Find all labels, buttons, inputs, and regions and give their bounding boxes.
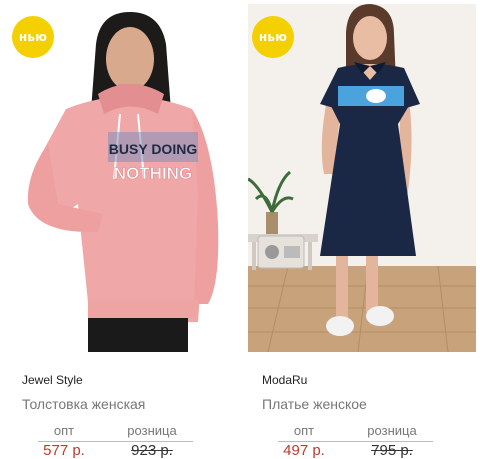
new-badge: нью — [12, 16, 54, 58]
retail-price-label: розница — [367, 423, 417, 438]
product-grid: BUSY DOING NOTHING нью Jewel Style Толст… — [0, 0, 484, 459]
retail-price-label: розница — [127, 423, 177, 438]
print-line-1: BUSY DOING — [109, 141, 198, 157]
product-title[interactable]: Платье женское — [262, 396, 367, 412]
product-card[interactable]: нью ModaRu Платье женское опт 497 р. роз… — [248, 0, 476, 459]
product-title[interactable]: Толстовка женская — [22, 396, 145, 412]
price-divider — [38, 441, 193, 442]
price-divider — [278, 441, 433, 442]
retail-price-value: 923 р. — [131, 442, 173, 459]
opt-price-value: 577 р. — [43, 442, 85, 459]
new-badge: нью — [252, 16, 294, 58]
product-brand[interactable]: ModaRu — [262, 373, 307, 387]
product-brand[interactable]: Jewel Style — [22, 373, 83, 387]
opt-price-label: опт — [293, 423, 315, 438]
print-line-2: NOTHING — [114, 164, 192, 183]
product-image[interactable]: нью — [248, 4, 476, 352]
opt-price-value: 497 р. — [283, 442, 325, 459]
retail-price-value: 795 р. — [371, 442, 413, 459]
opt-price-label: опт — [53, 423, 75, 438]
product-card[interactable]: BUSY DOING NOTHING нью Jewel Style Толст… — [8, 0, 235, 459]
product-image[interactable]: BUSY DOING NOTHING нью — [8, 4, 235, 352]
